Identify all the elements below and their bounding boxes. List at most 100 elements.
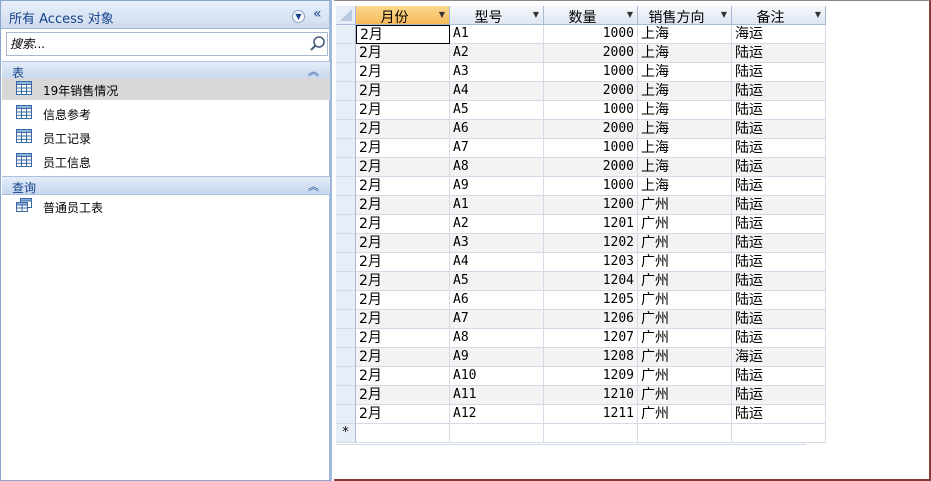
table-cell[interactable]: A7 (450, 139, 544, 158)
group-header-queries[interactable]: 查询 ︽ (2, 176, 330, 195)
table-cell[interactable]: A3 (450, 63, 544, 82)
table-cell[interactable]: 2月 (356, 158, 450, 177)
collapse-icon[interactable]: ︽ (308, 178, 319, 194)
nav-pane-header[interactable]: 所有 Access 对象 ▼ « (1, 1, 329, 29)
table-cell[interactable]: 陆运 (732, 405, 826, 424)
table-cell[interactable]: 上海 (638, 82, 732, 101)
table-cell[interactable]: 广州 (638, 386, 732, 405)
table-cell[interactable]: 1204 (544, 272, 638, 291)
nav-item-table[interactable]: 员工记录 (2, 126, 330, 148)
nav-pane-title[interactable]: 所有 Access 对象 (9, 8, 114, 27)
table-cell[interactable]: 1208 (544, 348, 638, 367)
table-cell[interactable] (356, 424, 450, 443)
row-selector[interactable] (336, 158, 356, 177)
row-selector[interactable] (336, 272, 356, 291)
table-cell[interactable]: 1205 (544, 291, 638, 310)
table-cell[interactable]: 1206 (544, 310, 638, 329)
row-selector[interactable] (336, 139, 356, 158)
table-cell[interactable]: 上海 (638, 139, 732, 158)
table-cell[interactable]: A5 (450, 101, 544, 120)
table-cell[interactable] (732, 424, 826, 443)
table-cell[interactable]: 广州 (638, 329, 732, 348)
table-cell[interactable]: 陆运 (732, 101, 826, 120)
table-cell[interactable]: 陆运 (732, 234, 826, 253)
table-cell[interactable]: 陆运 (732, 329, 826, 348)
filter-dropdown-icon[interactable]: ▼ (439, 10, 445, 19)
table-cell[interactable]: 陆运 (732, 386, 826, 405)
table-cell[interactable]: 2月 (356, 310, 450, 329)
table-cell[interactable]: 上海 (638, 120, 732, 139)
column-header[interactable]: 备注 ▼ (732, 6, 826, 26)
table-cell[interactable]: A9 (450, 177, 544, 196)
new-record-selector[interactable]: * (336, 424, 356, 443)
table-cell[interactable]: 上海 (638, 177, 732, 196)
datasheet[interactable]: 月份 ▼ 型号 ▼ 数量 ▼ 销售方向 ▼ 备注 ▼ 2月 A1 1000 上海 海运 2月 A2 2000 上海… (334, 0, 931, 481)
table-cell[interactable]: 广州 (638, 291, 732, 310)
column-header[interactable]: 数量 ▼ (544, 6, 638, 26)
nav-item-query[interactable]: 普通员工表 (2, 195, 330, 217)
table-cell[interactable]: 陆运 (732, 139, 826, 158)
table-cell[interactable]: 2000 (544, 158, 638, 177)
table-cell[interactable]: 2月 (356, 120, 450, 139)
row-selector[interactable] (336, 215, 356, 234)
table-cell[interactable]: 上海 (638, 25, 732, 44)
table-cell[interactable]: 1203 (544, 253, 638, 272)
table-cell[interactable]: A3 (450, 234, 544, 253)
row-selector[interactable] (336, 196, 356, 215)
table-cell[interactable]: 2月 (356, 386, 450, 405)
table-cell[interactable]: 1211 (544, 405, 638, 424)
table-cell[interactable]: 上海 (638, 63, 732, 82)
table-cell[interactable]: 2月 (356, 329, 450, 348)
nav-item-table[interactable]: 信息参考 (2, 102, 330, 124)
table-cell[interactable]: A4 (450, 82, 544, 101)
row-selector[interactable] (336, 177, 356, 196)
search-input[interactable] (7, 33, 307, 55)
shutter-bar-close-icon[interactable]: « (313, 6, 322, 22)
table-cell[interactable]: 2000 (544, 44, 638, 63)
table-cell[interactable] (450, 424, 544, 443)
table-cell[interactable]: 陆运 (732, 158, 826, 177)
table-cell[interactable]: 陆运 (732, 215, 826, 234)
row-selector[interactable] (336, 310, 356, 329)
table-cell[interactable]: 2月 (356, 25, 450, 44)
table-cell[interactable]: 2月 (356, 215, 450, 234)
table-cell[interactable]: 陆运 (732, 310, 826, 329)
row-selector[interactable] (336, 329, 356, 348)
table-cell[interactable]: A2 (450, 215, 544, 234)
table-cell[interactable]: A8 (450, 329, 544, 348)
table-cell[interactable]: 1000 (544, 63, 638, 82)
table-cell[interactable]: A9 (450, 348, 544, 367)
table-cell[interactable]: 2月 (356, 63, 450, 82)
select-all-corner[interactable] (336, 6, 356, 25)
table-cell[interactable]: 陆运 (732, 253, 826, 272)
table-cell[interactable]: 广州 (638, 272, 732, 291)
table-cell[interactable]: 海运 (732, 348, 826, 367)
column-header[interactable]: 销售方向 ▼ (638, 6, 732, 26)
row-selector[interactable] (336, 405, 356, 424)
table-cell[interactable]: 2月 (356, 348, 450, 367)
table-cell[interactable]: 广州 (638, 348, 732, 367)
table-cell[interactable]: 2月 (356, 405, 450, 424)
table-cell[interactable]: 2月 (356, 139, 450, 158)
table-cell[interactable]: A4 (450, 253, 544, 272)
filter-dropdown-icon[interactable]: ▼ (533, 10, 539, 19)
table-cell[interactable]: A5 (450, 272, 544, 291)
table-cell[interactable]: A12 (450, 405, 544, 424)
table-cell[interactable]: 陆运 (732, 82, 826, 101)
table-cell[interactable]: A7 (450, 310, 544, 329)
table-cell[interactable]: 1201 (544, 215, 638, 234)
table-cell[interactable]: 陆运 (732, 367, 826, 386)
chevron-down-icon[interactable]: ▼ (292, 10, 305, 23)
row-selector[interactable] (336, 291, 356, 310)
table-cell[interactable]: 2月 (356, 272, 450, 291)
table-cell[interactable]: 广州 (638, 215, 732, 234)
table-cell[interactable]: 上海 (638, 101, 732, 120)
row-selector[interactable] (336, 386, 356, 405)
row-selector[interactable] (336, 348, 356, 367)
table-cell[interactable]: 2月 (356, 196, 450, 215)
table-cell[interactable]: 上海 (638, 158, 732, 177)
row-selector[interactable] (336, 253, 356, 272)
table-cell[interactable]: A1 (450, 196, 544, 215)
table-cell[interactable]: 广州 (638, 310, 732, 329)
table-cell[interactable]: 广州 (638, 253, 732, 272)
